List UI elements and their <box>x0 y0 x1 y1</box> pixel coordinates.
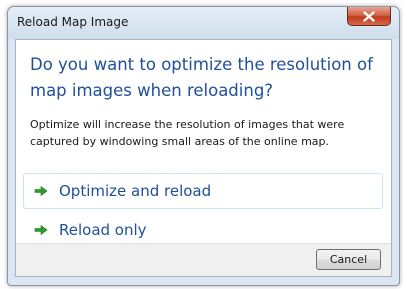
green-arrow-icon <box>33 223 49 237</box>
dialog-window: Reload Map Image Do you want to optimize… <box>7 6 400 286</box>
optimize-and-reload-label: Optimize and reload <box>59 182 212 200</box>
close-button[interactable] <box>347 7 391 26</box>
optimize-and-reload-command[interactable]: Optimize and reload <box>23 173 383 209</box>
dialog-content: Do you want to optimize the resolution o… <box>15 39 392 277</box>
window-title: Reload Map Image <box>17 15 129 29</box>
dialog-footer: Cancel <box>16 243 391 276</box>
title-bar[interactable]: Reload Map Image <box>8 7 399 39</box>
close-icon <box>363 10 375 22</box>
dialog-heading: Do you want to optimize the resolution o… <box>30 55 373 100</box>
green-arrow-icon <box>33 184 49 198</box>
dialog-description: Optimize will increase the resolution of… <box>30 118 345 148</box>
cancel-button[interactable]: Cancel <box>316 249 381 270</box>
reload-only-label: Reload only <box>59 221 147 239</box>
